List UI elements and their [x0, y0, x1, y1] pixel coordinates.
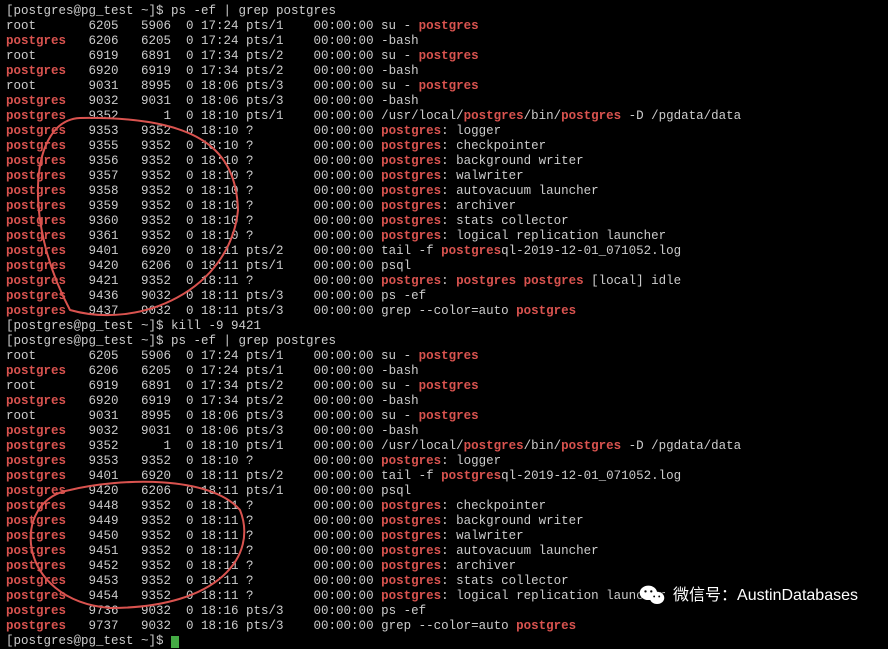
ps-row: postgres 9421 9352 0 18:11 ? 00:00:00 po… — [6, 274, 882, 289]
shell-prompt: [postgres@pg_test ~]$ — [6, 4, 171, 18]
ps-row: postgres 9358 9352 0 18:10 ? 00:00:00 po… — [6, 184, 882, 199]
ps-row: postgres 9352 1 0 18:10 pts/1 00:00:00 /… — [6, 109, 882, 124]
prompt-line: [postgres@pg_test ~]$ kill -9 9421 — [6, 319, 882, 334]
ps-row: root 6919 6891 0 17:34 pts/2 00:00:00 su… — [6, 379, 882, 394]
ps-row: root 9031 8995 0 18:06 pts/3 00:00:00 su… — [6, 409, 882, 424]
ps-row: postgres 9357 9352 0 18:10 ? 00:00:00 po… — [6, 169, 882, 184]
ps-row: postgres 9355 9352 0 18:10 ? 00:00:00 po… — [6, 139, 882, 154]
ps-row: postgres 9437 9032 0 18:11 pts/3 00:00:0… — [6, 304, 882, 319]
ps-row: postgres 9450 9352 0 18:11 ? 00:00:00 po… — [6, 529, 882, 544]
ps-row: postgres 6206 6205 0 17:24 pts/1 00:00:0… — [6, 34, 882, 49]
ps-row: postgres 9448 9352 0 18:11 ? 00:00:00 po… — [6, 499, 882, 514]
prompt-line: [postgres@pg_test ~]$ ps -ef | grep post… — [6, 334, 882, 349]
ps-row: postgres 9356 9352 0 18:10 ? 00:00:00 po… — [6, 154, 882, 169]
ps-row: root 6205 5906 0 17:24 pts/1 00:00:00 su… — [6, 19, 882, 34]
ps-row: postgres 9451 9352 0 18:11 ? 00:00:00 po… — [6, 544, 882, 559]
shell-command: ps -ef | grep postgres — [171, 4, 336, 18]
ps-row: postgres 9032 9031 0 18:06 pts/3 00:00:0… — [6, 94, 882, 109]
ps-row: postgres 9360 9352 0 18:10 ? 00:00:00 po… — [6, 214, 882, 229]
cursor — [171, 636, 179, 648]
ps-row: postgres 9359 9352 0 18:10 ? 00:00:00 po… — [6, 199, 882, 214]
ps-row: postgres 9420 6206 0 18:11 pts/1 00:00:0… — [6, 259, 882, 274]
ps-row: postgres 9361 9352 0 18:10 ? 00:00:00 po… — [6, 229, 882, 244]
ps-row: postgres 9452 9352 0 18:11 ? 00:00:00 po… — [6, 559, 882, 574]
shell-command: ps -ef | grep postgres — [171, 334, 336, 348]
ps-row: postgres 9353 9352 0 18:10 ? 00:00:00 po… — [6, 124, 882, 139]
ps-row: postgres 9449 9352 0 18:11 ? 00:00:00 po… — [6, 514, 882, 529]
terminal[interactable]: [postgres@pg_test ~]$ ps -ef | grep post… — [6, 4, 882, 649]
prompt-line: [postgres@pg_test ~]$ ps -ef | grep post… — [6, 4, 882, 19]
shell-prompt: [postgres@pg_test ~]$ — [6, 319, 171, 333]
watermark-text: 微信号：AustinDatabases — [673, 588, 858, 603]
ps-row: root 6205 5906 0 17:24 pts/1 00:00:00 su… — [6, 349, 882, 364]
shell-prompt: [postgres@pg_test ~]$ — [6, 634, 171, 648]
ps-row: postgres 9401 6920 0 18:11 pts/2 00:00:0… — [6, 469, 882, 484]
ps-row: postgres 6206 6205 0 17:24 pts/1 00:00:0… — [6, 364, 882, 379]
ps-row: postgres 6920 6919 0 17:34 pts/2 00:00:0… — [6, 394, 882, 409]
ps-row: root 9031 8995 0 18:06 pts/3 00:00:00 su… — [6, 79, 882, 94]
watermark: 微信号：AustinDatabases — [639, 584, 858, 606]
prompt-line: [postgres@pg_test ~]$ — [6, 634, 882, 649]
shell-prompt: [postgres@pg_test ~]$ — [6, 334, 171, 348]
ps-row: postgres 9352 1 0 18:10 pts/1 00:00:00 /… — [6, 439, 882, 454]
shell-command: kill -9 9421 — [171, 319, 261, 333]
ps-row: postgres 9436 9032 0 18:11 pts/3 00:00:0… — [6, 289, 882, 304]
ps-row: postgres 9736 9032 0 18:16 pts/3 00:00:0… — [6, 604, 882, 619]
ps-row: postgres 9401 6920 0 18:11 pts/2 00:00:0… — [6, 244, 882, 259]
wechat-icon — [639, 584, 665, 606]
ps-row: postgres 9737 9032 0 18:16 pts/3 00:00:0… — [6, 619, 882, 634]
ps-row: postgres 6920 6919 0 17:34 pts/2 00:00:0… — [6, 64, 882, 79]
ps-row: postgres 9353 9352 0 18:10 ? 00:00:00 po… — [6, 454, 882, 469]
ps-row: postgres 9420 6206 0 18:11 pts/1 00:00:0… — [6, 484, 882, 499]
ps-row: postgres 9032 9031 0 18:06 pts/3 00:00:0… — [6, 424, 882, 439]
ps-row: root 6919 6891 0 17:34 pts/2 00:00:00 su… — [6, 49, 882, 64]
